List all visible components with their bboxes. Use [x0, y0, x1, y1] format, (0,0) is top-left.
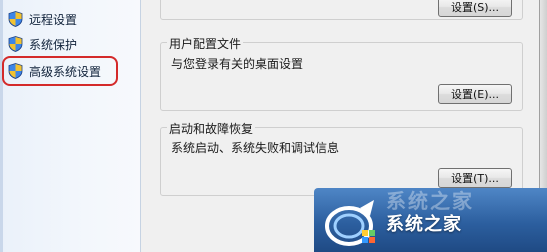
startup-recovery-description: 系统启动、系统失败和调试信息 — [171, 141, 340, 155]
left-navigation-pane: 远程设置 系统保护 高级系统设置 — [0, 0, 141, 252]
nav-item-label: 系统保护 — [29, 37, 78, 52]
user-profiles-description: 与您登录有关的桌面设置 — [171, 57, 304, 71]
pane-edge — [0, 0, 3, 252]
nav-item-label: 远程设置 — [29, 12, 78, 27]
site-watermark: 系统之家 系统之家 — [314, 188, 547, 252]
nav-item-system-protection[interactable]: 系统保护 — [8, 34, 77, 54]
watermark-text: 系统之家 — [386, 214, 462, 235]
user-profiles-title: 用户配置文件 — [167, 35, 244, 52]
xitongzhijia-logo-icon — [325, 200, 375, 246]
highlight-annotation — [2, 56, 118, 86]
performance-settings-button[interactable]: 设置(S)... — [438, 0, 512, 17]
uac-shield-icon — [8, 36, 23, 52]
uac-shield-icon — [8, 11, 23, 27]
startup-recovery-title: 启动和故障恢复 — [167, 120, 256, 137]
nav-item-remote-settings[interactable]: 远程设置 — [8, 9, 77, 29]
user-profiles-settings-button[interactable]: 设置(E)... — [438, 84, 512, 104]
